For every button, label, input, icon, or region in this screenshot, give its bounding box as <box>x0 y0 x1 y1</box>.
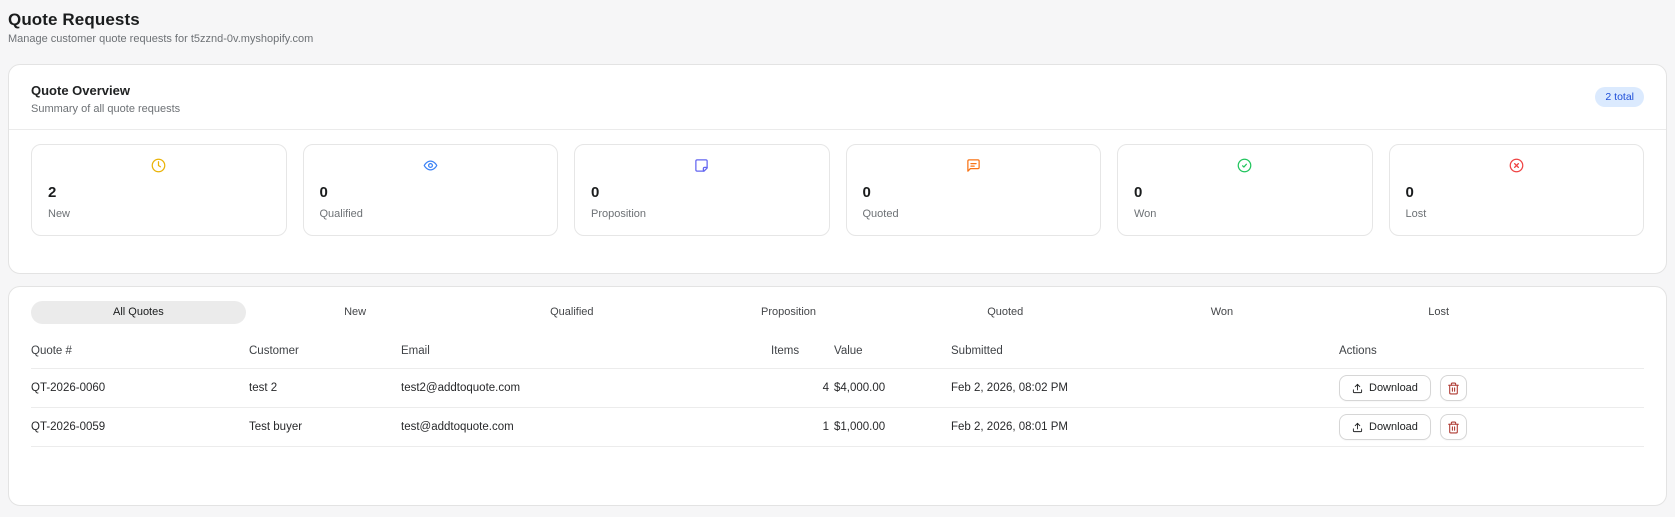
actions-cell: Download <box>1339 375 1644 401</box>
check-circle-icon <box>1134 158 1356 175</box>
trash-icon <box>1447 421 1460 434</box>
customer-cell: Test buyer <box>249 407 401 447</box>
col-header-customer: Customer <box>249 337 401 369</box>
download-button[interactable]: Download <box>1339 375 1431 401</box>
tab-proposition[interactable]: Proposition <box>681 301 896 324</box>
stat-label: New <box>48 208 71 220</box>
submitted-cell: Feb 2, 2026, 08:02 PM <box>951 368 1339 408</box>
email-cell: test2@addtoquote.com <box>401 368 771 408</box>
clock-icon <box>48 158 270 175</box>
quotes-list-card: All Quotes New Qualified Proposition Quo… <box>8 286 1667 506</box>
col-header-value: Value <box>829 337 951 369</box>
tab-quoted[interactable]: Quoted <box>898 301 1113 324</box>
stat-value: 0 <box>1405 184 1414 201</box>
stat-label: Lost <box>1405 208 1427 220</box>
stat-card-lost: 0 Lost <box>1388 144 1644 236</box>
delete-button[interactable] <box>1439 414 1467 440</box>
email-cell: test@addtoquote.com <box>401 407 771 447</box>
table-row: QT-2026-0059 Test buyer test@addtoquote.… <box>31 407 1644 447</box>
total-count-badge: 2 total <box>1595 87 1644 107</box>
download-button-label: Download <box>1369 382 1418 394</box>
col-header-quote-number: Quote # <box>31 337 249 369</box>
stat-card-qualified: 0 Qualified <box>302 144 558 236</box>
quote-requests-page: Quote Requests Manage customer quote req… <box>0 0 1675 506</box>
col-header-actions: Actions <box>1339 337 1644 369</box>
quote-overview-card: Quote Overview Summary of all quote requ… <box>8 64 1667 274</box>
table-row: QT-2026-0060 test 2 test2@addtoquote.com… <box>31 368 1644 408</box>
stat-value: 0 <box>591 184 600 201</box>
stat-card-proposition: 0 Proposition <box>574 144 830 236</box>
x-circle-icon <box>1406 158 1628 175</box>
stat-label: Quoted <box>862 208 899 220</box>
stats-row: 2 New 0 Qualified 0 Proposition 0 Quoted… <box>9 130 1666 273</box>
stat-value: 2 <box>48 184 57 201</box>
submitted-cell: Feb 2, 2026, 08:01 PM <box>951 407 1339 447</box>
items-cell: 4 <box>771 368 829 408</box>
page-subtitle: Manage customer quote requests for t5zzn… <box>8 33 314 45</box>
stat-value: 0 <box>1134 184 1143 201</box>
table-header-row: Quote # Customer Email Items Value Submi… <box>31 337 1644 369</box>
stat-label: Proposition <box>591 208 647 220</box>
quote-number-cell: QT-2026-0060 <box>31 368 249 408</box>
message-icon <box>863 158 1085 175</box>
quote-overview-header: Quote Overview Summary of all quote requ… <box>9 65 1666 130</box>
tab-all-quotes[interactable]: All Quotes <box>31 301 246 324</box>
sticky-note-icon <box>591 158 813 175</box>
items-cell: 1 <box>771 407 829 447</box>
value-cell: $4,000.00 <box>829 368 951 408</box>
col-header-submitted: Submitted <box>951 337 1339 369</box>
delete-button[interactable] <box>1439 375 1467 401</box>
eye-icon <box>320 158 542 175</box>
download-button[interactable]: Download <box>1339 414 1431 440</box>
stat-value: 0 <box>319 184 328 201</box>
overview-subtitle: Summary of all quote requests <box>31 103 181 115</box>
status-tabs: All Quotes New Qualified Proposition Quo… <box>31 301 1546 324</box>
download-button-label: Download <box>1369 421 1418 433</box>
upload-icon <box>1352 383 1363 394</box>
stat-card-won: 0 Won <box>1117 144 1373 236</box>
actions-cell: Download <box>1339 414 1644 440</box>
stat-card-new: 2 New <box>31 144 287 236</box>
col-header-email: Email <box>401 337 771 369</box>
stat-label: Won <box>1134 208 1157 220</box>
col-header-items: Items <box>771 337 829 369</box>
stat-label: Qualified <box>319 208 363 220</box>
tab-new[interactable]: New <box>248 301 463 324</box>
tab-lost[interactable]: Lost <box>1331 301 1546 324</box>
stat-value: 0 <box>862 184 871 201</box>
trash-icon <box>1447 382 1460 395</box>
stat-card-quoted: 0 Quoted <box>845 144 1101 236</box>
page-title: Quote Requests <box>8 10 140 29</box>
overview-title: Quote Overview <box>31 83 130 98</box>
customer-cell: test 2 <box>249 368 401 408</box>
quote-number-cell: QT-2026-0059 <box>31 407 249 447</box>
value-cell: $1,000.00 <box>829 407 951 447</box>
upload-icon <box>1352 422 1363 433</box>
quotes-table: Quote # Customer Email Items Value Submi… <box>31 337 1644 447</box>
tab-won[interactable]: Won <box>1115 301 1330 324</box>
tab-qualified[interactable]: Qualified <box>464 301 679 324</box>
